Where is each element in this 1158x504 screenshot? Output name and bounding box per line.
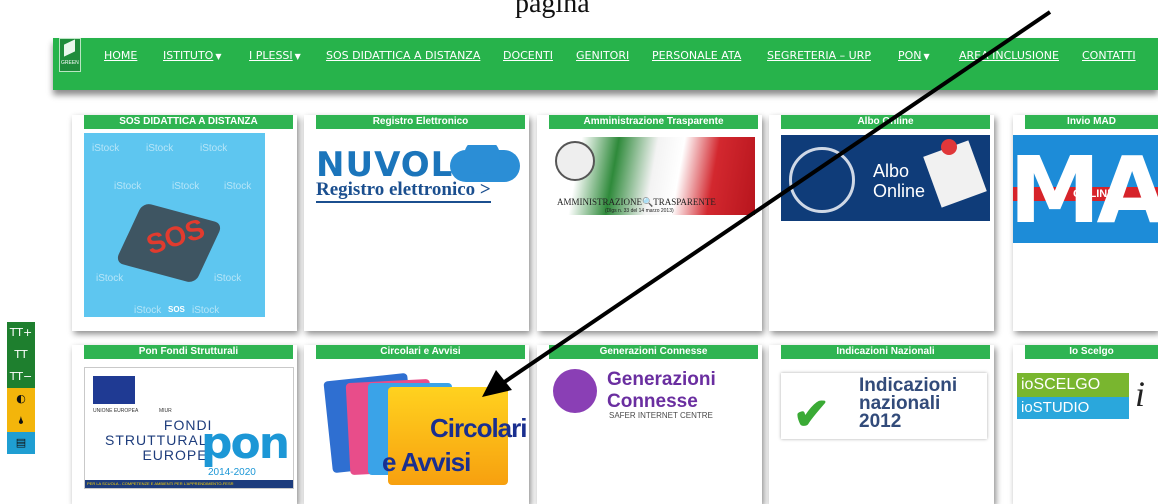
arrow-head xyxy=(482,370,512,397)
annotation-arrow xyxy=(482,10,1052,397)
arrow-shaft xyxy=(498,10,1052,387)
